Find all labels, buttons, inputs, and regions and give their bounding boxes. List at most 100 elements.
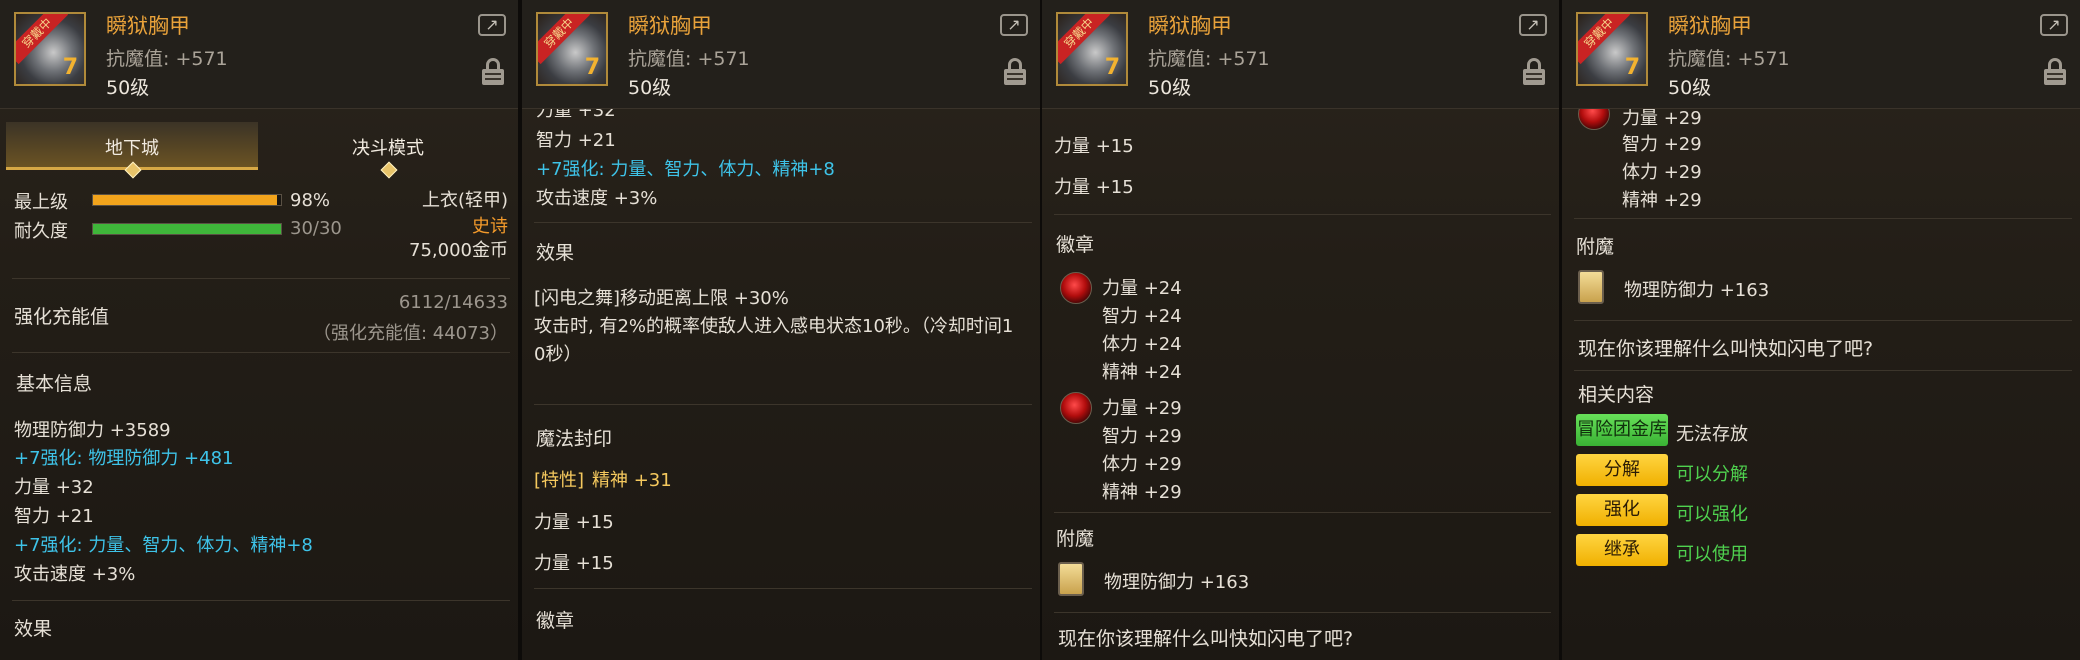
item-header: 穿戴中 7 瞬狱胸甲 抗魔值: +571 50级 ↗: [1042, 0, 1559, 109]
effect-line: [闪电之舞]移动距离上限 +30%: [534, 288, 789, 309]
tooltip-panel-1: 穿戴中 7 瞬狱胸甲 抗魔值: +571 50级 ↗ 地下城 决斗模式 最上级 …: [0, 0, 518, 660]
tab-dungeon[interactable]: 地下城: [6, 122, 258, 179]
enhance-status: 可以强化: [1676, 504, 1748, 525]
divider: [12, 352, 510, 353]
disassemble-status: 可以分解: [1676, 464, 1748, 485]
flavor-text: 现在你该理解什么叫快如闪电了吧?: [1058, 628, 1354, 650]
adventure-vault-button[interactable]: 冒险团金库: [1576, 414, 1668, 446]
tooltip-panel-4: 力量 +29 穿戴中 7 瞬狱胸甲 抗魔值: +571 50级 ↗ 智力 +29…: [1562, 0, 2080, 660]
red-emblem-icon[interactable]: [1060, 272, 1092, 304]
seal-line: 力量 +15: [1054, 136, 1134, 157]
disassemble-button[interactable]: 分解: [1576, 454, 1668, 486]
enchant-card-icon[interactable]: [1058, 562, 1084, 596]
item-resist: 抗魔值: +571: [1668, 48, 1790, 70]
item-resist: 抗魔值: +571: [106, 48, 228, 70]
tooltip-panel-3: 穿戴中 7 瞬狱胸甲 抗魔值: +571 50级 ↗ 力量 +15 力量 +15…: [1042, 0, 1559, 660]
share-icon[interactable]: ↗: [1519, 14, 1547, 36]
item-icon[interactable]: 穿戴中 7: [14, 12, 86, 86]
stat-line-enhance: +7强化: 物理防御力 +481: [14, 448, 234, 469]
seal-title: 魔法封印: [536, 428, 613, 450]
item-icon[interactable]: 穿戴中 7: [536, 12, 608, 86]
share-icon[interactable]: ↗: [1000, 14, 1028, 36]
item-level: 50级: [1148, 77, 1192, 99]
seal-trait-tag: [特性]: [534, 470, 585, 491]
emblem-stat: 体力 +29: [1102, 454, 1182, 475]
item-icon[interactable]: 穿戴中 7: [1056, 12, 1128, 86]
divider: [534, 222, 1032, 223]
equipped-badge: 穿戴中: [1058, 14, 1111, 65]
share-icon[interactable]: ↗: [2040, 14, 2068, 36]
item-level: 50级: [106, 77, 150, 99]
tab-diamond-icon: [380, 161, 398, 179]
charge-label: 强化充能值: [14, 306, 110, 328]
lock-icon[interactable]: [1523, 58, 1545, 86]
red-emblem-icon[interactable]: [1060, 392, 1092, 424]
emblem-stat: 智力 +29: [1622, 134, 1702, 155]
durability-label: 耐久度: [14, 221, 68, 242]
seal-line: 力量 +15: [1054, 177, 1134, 198]
equipped-badge: 穿戴中: [538, 14, 591, 65]
item-icon[interactable]: 穿戴中 7: [1576, 12, 1648, 86]
enchant-value: 物理防御力 +163: [1104, 572, 1250, 593]
enchant-card-icon[interactable]: [1578, 270, 1604, 304]
seal-line: 力量 +15: [534, 512, 614, 533]
emblem-stat: 智力 +24: [1102, 306, 1182, 327]
tab-diamond-icon: [124, 161, 142, 179]
divider: [1054, 612, 1551, 613]
divider: [1054, 214, 1551, 215]
related-title: 相关内容: [1578, 384, 1655, 406]
equipped-badge: 穿戴中: [16, 14, 69, 65]
emblem-stat: 力量 +29: [1102, 398, 1182, 419]
lock-icon[interactable]: [1004, 58, 1026, 86]
upgrade-level-badge: 7: [1624, 55, 1640, 80]
item-level: 50级: [1668, 77, 1712, 99]
divider: [534, 588, 1032, 589]
divider: [534, 404, 1032, 405]
adventure-vault-status: 无法存放: [1676, 424, 1748, 445]
enchant-title: 附魔: [1576, 236, 1615, 258]
durability-bar-fill: [93, 224, 281, 234]
stat-line-enhance: +7强化: 力量、智力、体力、精神+8: [536, 159, 835, 180]
tab-dungeon-label: 地下城: [105, 138, 159, 159]
tab-duel-label: 决斗模式: [352, 138, 424, 159]
basic-info-title: 基本信息: [16, 373, 93, 395]
stat-line-enhance: +7强化: 力量、智力、体力、精神+8: [14, 535, 313, 556]
emblem-stat: 力量 +24: [1102, 278, 1182, 299]
item-tooltip-strip: 穿戴中 7 瞬狱胸甲 抗魔值: +571 50级 ↗ 地下城 决斗模式 最上级 …: [0, 0, 2080, 660]
grade-bar: [92, 194, 282, 206]
emblem-stat: 精神 +29: [1102, 482, 1182, 503]
item-resist: 抗魔值: +571: [1148, 48, 1270, 70]
effect-line: 0秒）: [534, 344, 582, 365]
effect-title: 效果: [536, 242, 575, 264]
share-icon[interactable]: ↗: [478, 14, 506, 36]
tab-duel[interactable]: 决斗模式: [262, 122, 514, 179]
divider: [12, 278, 510, 279]
effect-title: 效果: [14, 618, 53, 640]
lock-icon[interactable]: [482, 58, 504, 86]
stat-line: 力量 +32: [14, 477, 94, 498]
item-name: 瞬狱胸甲: [1148, 14, 1232, 38]
lock-icon[interactable]: [2044, 58, 2066, 86]
inherit-button[interactable]: 继承: [1576, 534, 1668, 566]
enhance-button[interactable]: 强化: [1576, 494, 1668, 526]
mode-tabs: 地下城 决斗模式: [6, 122, 514, 179]
item-name: 瞬狱胸甲: [1668, 14, 1752, 38]
divider: [1054, 512, 1551, 513]
inherit-status: 可以使用: [1676, 544, 1748, 565]
equipped-badge: 穿戴中: [1578, 14, 1631, 65]
emblem-stat: 精神 +24: [1102, 362, 1182, 383]
flavor-text: 现在你该理解什么叫快如闪电了吧?: [1578, 338, 1874, 360]
emblem-stat: 智力 +29: [1102, 426, 1182, 447]
divider: [1574, 218, 2072, 219]
divider: [1574, 370, 2072, 371]
emblem-stat: 体力 +24: [1102, 334, 1182, 355]
item-header: 穿戴中 7 瞬狱胸甲 抗魔值: +571 50级 ↗: [1562, 0, 2080, 109]
emblem-title: 徽章: [536, 610, 575, 632]
slot-type: 上衣(轻甲): [421, 190, 508, 211]
item-level: 50级: [628, 77, 672, 99]
enchant-value: 物理防御力 +163: [1624, 280, 1770, 301]
item-header: 穿戴中 7 瞬狱胸甲 抗魔值: +571 50级 ↗: [0, 0, 518, 109]
durability-value: 30/30: [290, 218, 342, 239]
seal-trait: 精神 +31: [592, 470, 672, 491]
tooltip-panel-2: 力量 +32 穿戴中 7 瞬狱胸甲 抗魔值: +571 50级 ↗ 智力 +21…: [522, 0, 1040, 660]
